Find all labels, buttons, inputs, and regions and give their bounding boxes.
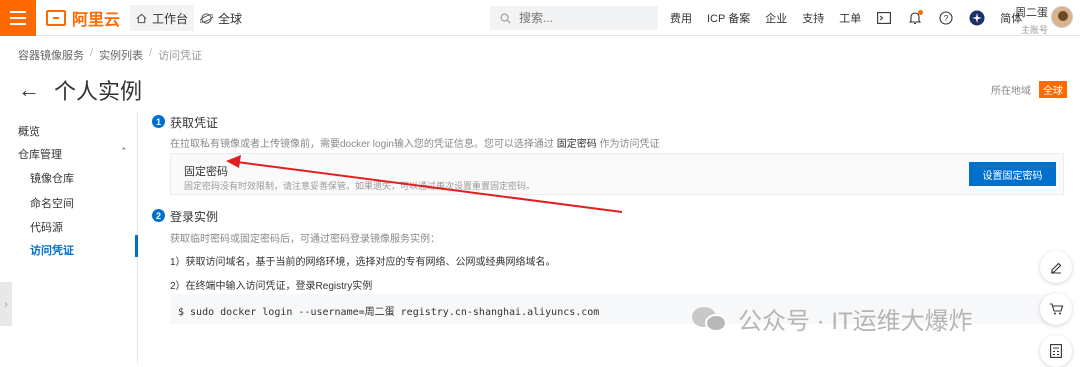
user-role: 主账号 — [1020, 25, 1048, 35]
workbench-label: 工作台 — [151, 11, 188, 26]
terminal-icon[interactable] — [876, 10, 892, 26]
breadcrumb-item-instances[interactable]: 实例列表 — [99, 47, 143, 63]
bell-icon[interactable] — [907, 10, 924, 26]
step-2-instruction-2: 2）在终端中输入访问凭证，登录Registry实例 — [170, 281, 373, 292]
home-icon — [136, 13, 147, 23]
sidebar-item-image-repos[interactable]: 镜像仓库 — [30, 170, 74, 186]
card-description: 固定密码没有时效限制，请注意妥善保管。如果遗失，可以通过再次设置重置固定密码。 — [184, 181, 536, 191]
top-link-billing[interactable]: 费用 — [670, 10, 692, 26]
breadcrumb-item-registry[interactable]: 容器镜像服务 — [18, 47, 84, 63]
globe-icon — [200, 12, 213, 24]
region-label: 所在地域 — [991, 86, 1031, 97]
step-1-desc-prefix: 在拉取私有镜像或者上传镜像前，需要docker login输入您的凭证信息。您可… — [170, 139, 554, 150]
breadcrumb-item-current: 访问凭证 — [158, 50, 203, 62]
set-fixed-password-button[interactable]: 设置固定密码 — [969, 162, 1056, 186]
step-1-desc-highlight: 固定密码 — [556, 139, 597, 150]
step-2-instruction-1: 1）获取访问域名，基于当前的网络环境，选择对应的专有网络、公网或经典网络域名。 — [170, 257, 556, 268]
login-command: $ sudo docker login --username=周二蛋 regis… — [178, 307, 600, 318]
top-links: 费用 ICP 备案 企业 支持 工单 ? 简体 — [670, 0, 1022, 36]
breadcrumb-separator: / — [149, 47, 153, 59]
top-navigation-bar: 阿里云 工作台 全球 费用 ICP 备案 企业 支持 工单 ? 简体 周二蛋 — [0, 0, 1080, 36]
chevron-up-icon[interactable]: ⌃ — [120, 146, 128, 157]
wechat-watermark: 公众号 · IT运维大爆炸 — [692, 301, 973, 336]
search-input[interactable] — [519, 11, 639, 25]
region-badge: 全球 — [1039, 81, 1067, 98]
wechat-logo-icon — [692, 305, 728, 333]
feedback-edit-icon[interactable] — [1040, 251, 1072, 283]
workbench-button[interactable]: 工作台 — [130, 5, 194, 31]
sidebar-collapse-handle[interactable]: › — [0, 282, 12, 326]
search-box[interactable] — [490, 6, 658, 30]
active-indicator — [135, 235, 138, 257]
aliyun-logo-icon — [46, 10, 66, 26]
top-link-support[interactable]: 支持 — [802, 10, 824, 26]
step-1-title: 获取凭证 — [170, 116, 219, 130]
global-region-button[interactable]: 全球 — [200, 5, 242, 31]
aliyun-logo[interactable]: 阿里云 — [46, 8, 121, 29]
chevron-right-icon: › — [4, 298, 8, 310]
watermark-text: 公众号 · IT运维大爆炸 — [738, 308, 973, 335]
sidebar-item-access-credentials[interactable]: 访问凭证 — [30, 242, 74, 258]
svg-text:?: ? — [944, 13, 949, 23]
avatar[interactable] — [1051, 6, 1073, 28]
sidebar-item-overview[interactable]: 概览 — [18, 123, 40, 139]
notification-dot — [918, 10, 924, 15]
global-label: 全球 — [218, 11, 243, 26]
sidebar-item-namespaces[interactable]: 命名空间 — [30, 195, 74, 211]
search-icon — [500, 13, 511, 24]
top-link-icp[interactable]: ICP 备案 — [707, 10, 750, 26]
sidebar-item-repo-management[interactable]: 仓库管理 — [18, 146, 62, 162]
card-title: 固定密码 — [184, 166, 228, 178]
tongyi-ai-icon[interactable] — [969, 10, 985, 26]
step-2-title: 登录实例 — [170, 210, 219, 224]
calculator-icon[interactable] — [1040, 335, 1072, 367]
step-1-description: 在拉取私有镜像或者上传镜像前，需要docker login输入您的凭证信息。您可… — [170, 135, 659, 150]
step-2-number: 2 — [152, 209, 165, 222]
back-arrow-icon[interactable]: ← — [18, 79, 40, 101]
user-info[interactable]: 周二蛋 主账号 — [1012, 4, 1048, 36]
step-2-description: 获取临时密码或固定密码后，可通过密码登录镜像服务实例： — [170, 234, 440, 245]
hamburger-menu-icon[interactable] — [0, 0, 36, 36]
user-name: 周二蛋 — [1015, 7, 1048, 19]
sidebar-item-code-source[interactable]: 代码源 — [30, 219, 63, 235]
breadcrumb-separator: / — [90, 47, 94, 59]
fixed-password-card: 固定密码 固定密码没有时效限制，请注意妥善保管。如果遗失，可以通过再次设置重置固… — [170, 153, 1064, 195]
cart-icon[interactable] — [1040, 293, 1072, 325]
help-icon[interactable]: ? — [938, 10, 954, 26]
page-header: ← 个人实例 — [18, 74, 142, 106]
page-title: 个人实例 — [54, 79, 143, 104]
step-1-desc-suffix: 作为访问凭证 — [599, 139, 660, 150]
breadcrumb: 容器镜像服务 / 实例列表 / 访问凭证 — [18, 47, 202, 63]
step-1-number: 1 — [152, 115, 165, 128]
region-indicator: 所在地域 全球 — [991, 81, 1067, 98]
top-link-enterprise[interactable]: 企业 — [765, 10, 787, 26]
logo-text: 阿里云 — [72, 12, 121, 29]
top-link-ticket[interactable]: 工单 — [839, 10, 861, 26]
